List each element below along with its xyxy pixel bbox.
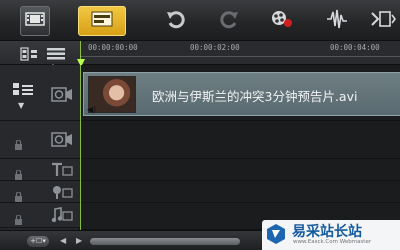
lock-icon[interactable] (14, 165, 23, 180)
watermark-url: www.Easck.Com Webmaster (293, 239, 372, 245)
site-watermark: 易采站长站 www.Easck.Com Webmaster (262, 220, 400, 250)
lock-icon[interactable] (14, 210, 23, 225)
overlay-track-lane[interactable] (80, 121, 400, 159)
ruler-tick-label: 00:00:00:00 (88, 43, 138, 52)
lock-icon[interactable] (14, 187, 23, 202)
track-manager-icon[interactable] (20, 46, 38, 65)
music-track-icon (50, 206, 74, 226)
title-track-header[interactable] (0, 159, 80, 181)
storyboard-view-button[interactable] (20, 6, 50, 36)
overlay-track-icon (50, 130, 74, 150)
horizontal-scroll-thumb[interactable] (90, 238, 240, 245)
record-capture-icon (270, 9, 294, 33)
lock-icon[interactable] (14, 135, 23, 150)
video-track-icon (50, 85, 74, 105)
auto-music-button[interactable] (368, 6, 398, 36)
music-track-header[interactable] (0, 203, 80, 228)
timeline-ruler[interactable]: 00:00:00:00 00:00:02:00 00:00:04:00 (77, 41, 400, 67)
watermark-logo-icon (266, 223, 286, 245)
scroll-right-icon[interactable]: ▶ (76, 236, 82, 245)
track-manager-bar: +/− ▾ (0, 41, 80, 72)
title-track-icon (50, 161, 74, 181)
film-storyboard-icon (25, 11, 45, 31)
ruler-tick-label: 00:00:04:00 (330, 43, 380, 52)
video-track-header[interactable]: ▼ (0, 65, 80, 121)
voice-track-icon (50, 183, 74, 203)
ruler-tick-label: 00:00:02:00 (190, 43, 240, 52)
watermark-title: 易采站长站 (292, 224, 362, 240)
title-track-lane[interactable] (80, 159, 400, 181)
auto-music-icon (370, 9, 396, 33)
voice-track-header[interactable] (0, 181, 80, 203)
record-capture-button[interactable] (267, 6, 297, 36)
clip-audio-icon: ◀) (87, 105, 97, 114)
toolbar (0, 0, 400, 41)
add-track-button[interactable]: +☐▾ (27, 236, 49, 247)
redo-button[interactable] (215, 6, 245, 36)
expand-arrow-icon[interactable]: ▼ (18, 101, 24, 110)
redo-icon (220, 9, 240, 33)
playhead-line[interactable] (80, 41, 81, 230)
voice-track-lane[interactable] (80, 181, 400, 203)
overlay-track-header[interactable] (0, 121, 80, 159)
ruler-baseline (80, 56, 400, 57)
undo-button[interactable] (160, 6, 190, 36)
video-clip[interactable]: ◀) 欧洲与伊斯兰的冲突3分钟预告片.avi (83, 72, 400, 116)
clip-title: 欧洲与伊斯兰的冲突3分钟预告片.avi (152, 89, 358, 104)
undo-icon (165, 9, 185, 33)
track-header-panel: +/− ▾ ▼ (0, 41, 80, 250)
timeline-view-button[interactable] (78, 6, 126, 36)
sound-mixer-button[interactable] (322, 6, 352, 36)
scroll-left-icon[interactable]: ◀ (60, 236, 66, 245)
ripple-edit-icon[interactable] (12, 81, 34, 100)
timeline-view-icon (91, 11, 113, 31)
sound-mixer-icon (326, 9, 348, 33)
